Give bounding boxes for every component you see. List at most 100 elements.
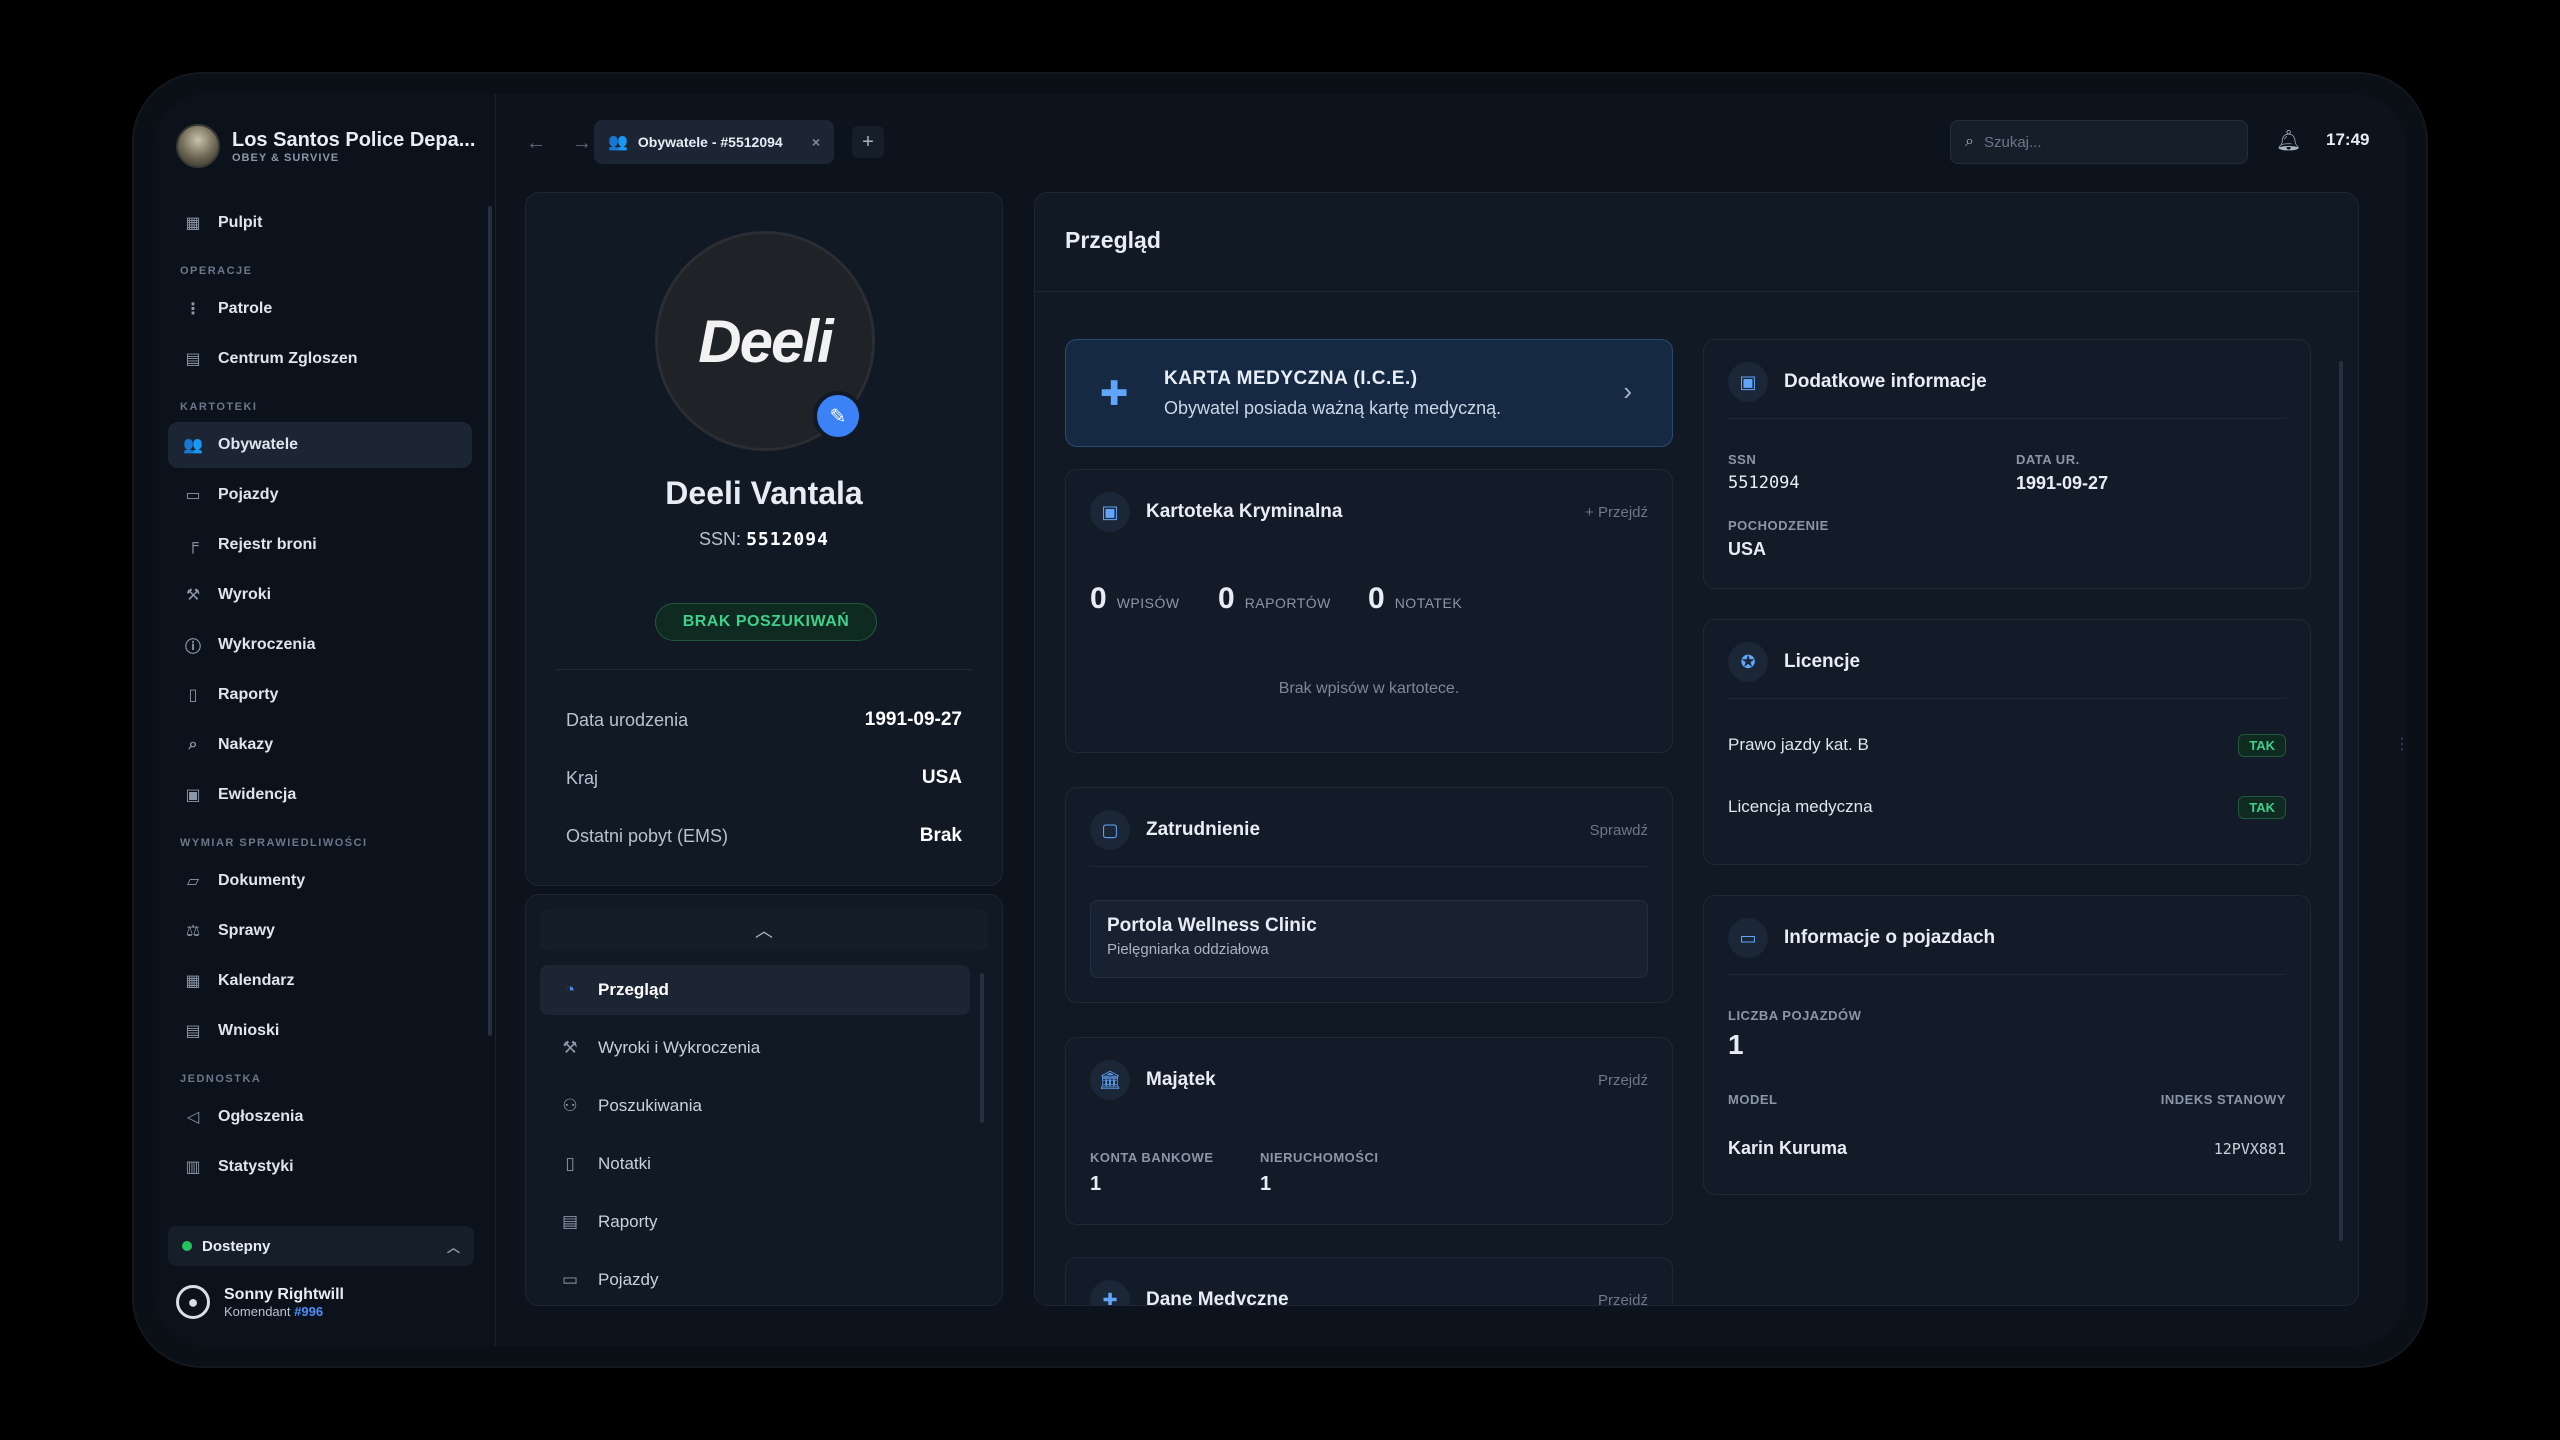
count-value: 0	[1218, 582, 1235, 615]
sidebar-item-pojazdy[interactable]: ▭ Pojazdy	[168, 472, 472, 518]
profile-row-last-ems: Ostatni pobyt (EMS) Brak	[566, 821, 962, 851]
sidebar-item-label: Sprawy	[218, 922, 275, 939]
column-header: MODEL	[1728, 1092, 1778, 1107]
sidebar-item-ogloszenia[interactable]: ◁ Ogłoszenia	[168, 1094, 472, 1140]
car-icon: ▭	[561, 1270, 579, 1289]
sidebar-item-wnioski[interactable]: ▤ Wnioski	[168, 1008, 472, 1054]
sidebar-item-dokumenty[interactable]: ▱ Dokumenty	[168, 858, 472, 904]
medical-card-banner[interactable]: ✚ KARTA MEDYCZNA (I.C.E.) Obywatel posia…	[1065, 339, 1673, 447]
menu-item-label: Poszukiwania	[598, 1096, 702, 1115]
divider	[1728, 418, 2286, 419]
row-value: Brak	[919, 825, 962, 846]
sidebar-item-wykroczenia[interactable]: ⓘ Wykroczenia	[168, 622, 472, 668]
sidebar-item-sprawy[interactable]: ⚖ Sprawy	[168, 908, 472, 954]
brand[interactable]: Los Santos Police Depa... OBEY & SURVIVE	[176, 118, 476, 174]
sidebar-item-kalendarz[interactable]: ▦ Kalendarz	[168, 958, 472, 1004]
search-box[interactable]: ⌕	[1950, 120, 2248, 164]
assets-link[interactable]: Przejdź	[1598, 1072, 1648, 1089]
menu-item-wyroki-i-wykroczenia[interactable]: ⚒ Wyroki i Wykroczenia	[540, 1023, 970, 1073]
forward-arrow-icon[interactable]: →	[572, 132, 592, 155]
sidebar-item-centrum-zgloszen[interactable]: ▤ Centrum Zgloszen	[168, 336, 472, 382]
user-profile[interactable]: ● Sonny Rightwill Komendant #996	[176, 1278, 476, 1326]
ssn-value: 5512094	[746, 529, 829, 550]
sidebar-item-nakazy[interactable]: ⌕ Nakazy	[168, 722, 472, 768]
licenses-card: ✪ Licencje Prawo jazdy kat. B TAK Licenc…	[1703, 619, 2311, 865]
file-icon: ▯	[188, 687, 198, 704]
menu-item-pojazdy[interactable]: ▭ Pojazdy	[540, 1255, 970, 1305]
sidebar-item-pulpit[interactable]: ▦ Pulpit	[168, 200, 472, 246]
license-status-badge: TAK	[2238, 733, 2286, 757]
count-value: 0	[1090, 582, 1107, 615]
sidebar-item-obywatele[interactable]: 👥 Obywatele	[168, 422, 472, 468]
user-avatar-icon: ●	[176, 1285, 210, 1319]
menu-item-przeglad[interactable]: ◔ Przegląd	[540, 965, 970, 1015]
sidebar-item-raporty[interactable]: ▯ Raporty	[168, 672, 472, 718]
sidebar-item-label: Pulpit	[218, 214, 263, 231]
tab-obywatele[interactable]: 👥 Obywatele - #5512094 ×	[594, 120, 834, 164]
add-tab-button[interactable]: +	[852, 126, 884, 158]
bell-icon[interactable]: 🔔︎	[2276, 128, 2301, 153]
archive-icon: ▣	[185, 787, 201, 804]
sidebar-item-patrole[interactable]: ⋮ Patrole	[168, 286, 472, 332]
pie-chart-icon: ◔	[564, 980, 576, 999]
employer-entry[interactable]: Portola Wellness Clinic Pielęgniarka odd…	[1090, 900, 1648, 978]
sidebar-item-label: Ewidencja	[218, 786, 297, 803]
field-value: USA	[1728, 539, 1767, 559]
field-label: LICZBA POJAZDÓW	[1728, 1008, 1862, 1023]
menu-scrollbar[interactable]	[980, 973, 984, 1123]
back-arrow-icon[interactable]: ←	[526, 132, 546, 155]
overview-scrollbar[interactable]	[2339, 361, 2343, 1241]
status-dot-icon	[182, 1241, 192, 1251]
sidebar: Los Santos Police Depa... OBEY & SURVIVE…	[154, 94, 496, 1346]
edit-avatar-button[interactable]: ✎	[813, 391, 863, 441]
close-icon[interactable]: ×	[812, 134, 820, 150]
sidebar-item-wyroki[interactable]: ⚒ Wyroki	[168, 572, 472, 618]
clock: 17:49	[2326, 130, 2370, 149]
divider	[1035, 291, 2358, 292]
sidebar-item-rejestr-broni[interactable]: ╒ Rejestr broni	[168, 522, 472, 568]
nav-section-title: WYMIAR SPRAWIEDLIWOŚCI	[180, 837, 368, 849]
sidebar-item-label: Statystyki	[218, 1158, 294, 1175]
route-icon: ⋮	[185, 301, 201, 318]
employment-check-link[interactable]: Sprawdź	[1590, 822, 1648, 839]
table-row[interactable]: Karin Kuruma 12PVX881	[1728, 1138, 2286, 1159]
count-value: 0	[1368, 582, 1385, 615]
menu-item-label: Przegląd	[598, 980, 669, 999]
inbox-icon: ▤	[185, 351, 201, 368]
license-label: Prawo jazdy kat. B	[1728, 735, 1869, 754]
car-icon: ▭	[1728, 918, 1768, 958]
window-resize-handle[interactable]: ⋮	[2394, 734, 2406, 753]
police-badge-logo	[176, 124, 220, 168]
search-icon: ⌕	[1965, 133, 1974, 150]
count-reports: 0 RAPORTÓW	[1218, 582, 1331, 616]
user-role: Komendant #996	[224, 1304, 344, 1319]
briefcase-icon: ▢	[1090, 810, 1130, 850]
search-input[interactable]	[1983, 133, 2204, 151]
field-label: KONTA BANKOWE	[1090, 1150, 1214, 1165]
sidebar-item-label: Wykroczenia	[218, 636, 316, 653]
field-value: 1	[1090, 1173, 1102, 1195]
row-label: Data urodzenia	[566, 709, 689, 730]
menu-item-notatki[interactable]: ▯ Notatki	[540, 1139, 970, 1189]
users-icon: 👥	[608, 134, 628, 151]
megaphone-icon: ◁	[186, 1109, 200, 1126]
medical-data-link[interactable]: Przejdź	[1598, 1292, 1648, 1306]
pencil-icon: ✎	[829, 405, 847, 428]
menu-item-poszukiwania[interactable]: ⚇ Poszukiwania	[540, 1081, 970, 1131]
citizen-profile-card: Deeli ✎ Deeli Vantala SSN: 5512094 BRAK …	[525, 192, 1003, 886]
collapse-button[interactable]: ︿	[540, 909, 988, 951]
license-label: Licencja medyczna	[1728, 797, 1873, 816]
folder-icon: ▱	[186, 873, 200, 890]
menu-item-raporty[interactable]: ▤ Raporty	[540, 1197, 970, 1247]
sidebar-nav: ▦ Pulpit OPERACJE ⋮ Patrole ▤ Centrum Zg…	[168, 198, 472, 1194]
sidebar-item-ewidencja[interactable]: ▣ Ewidencja	[168, 772, 472, 818]
file-icon: ▤	[561, 1212, 579, 1231]
sidebar-item-statystyki[interactable]: ▥ Statystyki	[168, 1144, 472, 1190]
status-selector[interactable]: Dostepny ︿	[168, 1226, 474, 1266]
employer-name: Portola Wellness Clinic	[1107, 915, 1317, 936]
sidebar-scrollbar[interactable]	[488, 206, 492, 1036]
criminal-record-link[interactable]: + Przejdź	[1585, 504, 1648, 521]
users-icon: 👥	[183, 437, 203, 454]
top-bar: ← → 👥 Obywatele - #5512094 × + ⌕ 🔔︎ 17:4…	[496, 94, 2406, 186]
field-label: POCHODZENIE	[1728, 518, 1829, 533]
